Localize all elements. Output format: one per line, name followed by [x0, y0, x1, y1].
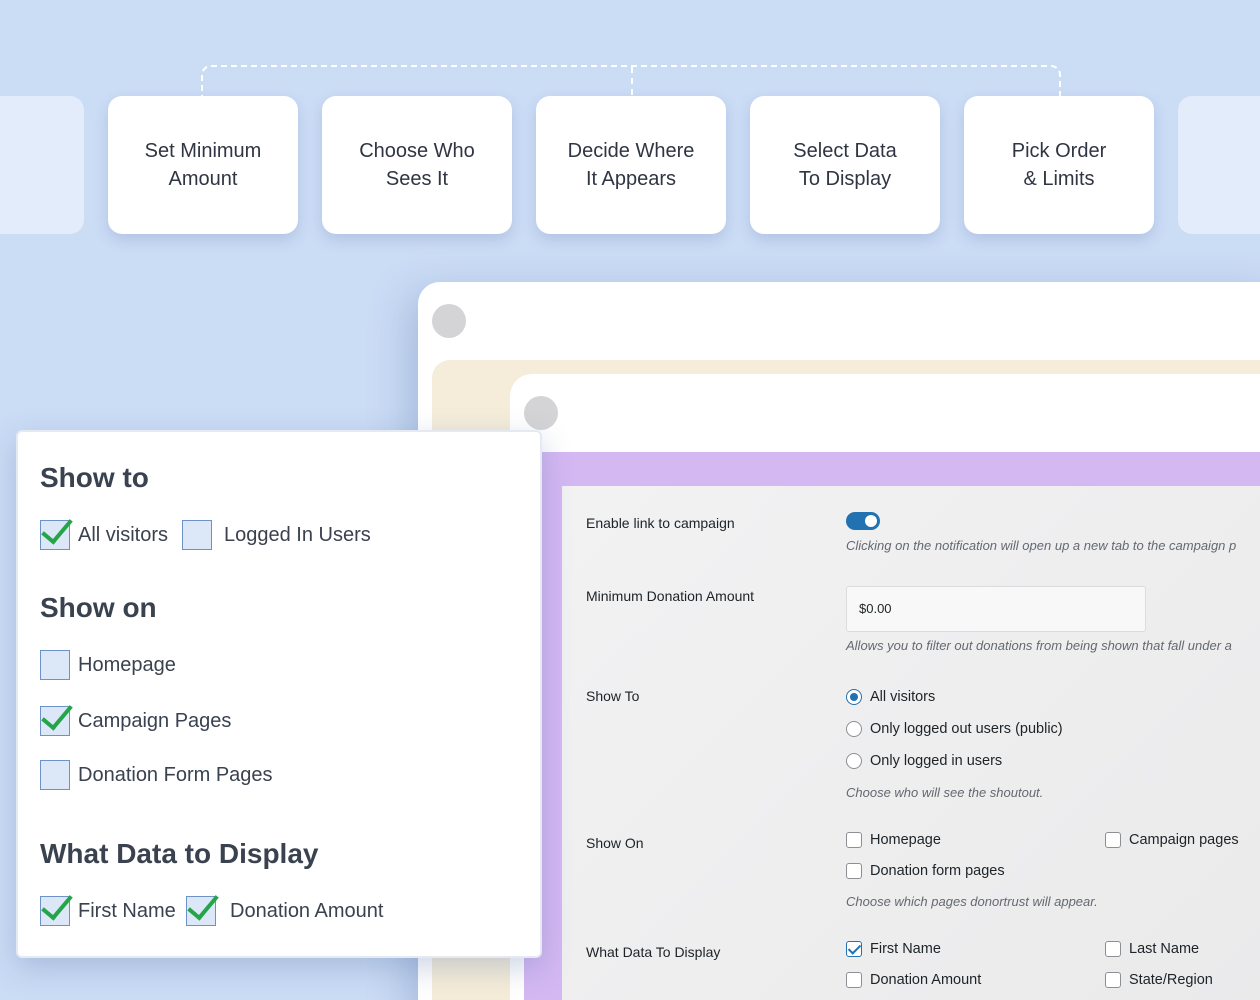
data-option-donation-amount[interactable]: Donation Amount	[846, 972, 981, 988]
step-card-set-minimum[interactable]: Set Minimum Amount	[108, 96, 298, 234]
settings-panel: Enable link to campaign Clicking on the …	[562, 486, 1260, 1000]
step-card-choose-who[interactable]: Choose Who Sees It	[322, 96, 512, 234]
checkbox-checked[interactable]	[846, 941, 862, 957]
show-on-label: Show On	[586, 835, 644, 851]
checkmark-icon[interactable]	[40, 520, 70, 550]
data-option-first-name[interactable]: First Name	[846, 941, 941, 957]
radio-selected[interactable]	[846, 689, 862, 705]
checkbox[interactable]	[846, 832, 862, 848]
step-card-ghost-right	[1178, 96, 1260, 234]
show-on-help: Choose which pages donortrust will appea…	[846, 894, 1098, 909]
show-on-option-campaign-pages[interactable]: Campaign pages	[1105, 832, 1239, 848]
steps-connector-center	[631, 67, 633, 95]
panel-item-donation-form-pages[interactable]: Donation Form Pages	[40, 760, 273, 790]
checkmark-icon[interactable]	[186, 896, 216, 926]
checkbox[interactable]	[846, 972, 862, 988]
show-on-option-donation-form-pages[interactable]: Donation form pages	[846, 863, 1005, 879]
show-to-heading: Show to	[40, 462, 149, 493]
step-card-select-data[interactable]: Select Data To Display	[750, 96, 940, 234]
show-to-option-logged-in[interactable]: Only logged in users	[846, 753, 1002, 769]
step-card-pick-order[interactable]: Pick Order & Limits	[964, 96, 1154, 234]
show-to-help: Choose who will see the shoutout.	[846, 785, 1044, 800]
checkmark-icon[interactable]	[40, 706, 70, 736]
step-card-ghost-left	[0, 96, 84, 234]
window-dot	[524, 396, 558, 430]
data-option-last-name[interactable]: Last Name	[1105, 941, 1199, 957]
radio[interactable]	[846, 753, 862, 769]
checkbox[interactable]	[846, 863, 862, 879]
checkmark-icon[interactable]	[40, 896, 70, 926]
panel-item-campaign-pages[interactable]: Campaign Pages	[40, 706, 231, 736]
step-card-decide-where[interactable]: Decide Where It Appears	[536, 96, 726, 234]
window-dot	[432, 304, 466, 338]
checkbox[interactable]	[1105, 972, 1121, 988]
summary-panel: Show to All visitors Logged In Users Sho…	[16, 430, 542, 958]
panel-item-all-visitors[interactable]: All visitors	[40, 520, 168, 550]
data-option-state-region[interactable]: State/Region	[1105, 972, 1213, 988]
show-to-option-logged-out[interactable]: Only logged out users (public)	[846, 721, 1063, 737]
checkbox-empty[interactable]	[40, 650, 70, 680]
checkbox-empty[interactable]	[40, 760, 70, 790]
show-on-option-homepage[interactable]: Homepage	[846, 832, 941, 848]
enable-link-toggle[interactable]	[846, 512, 880, 530]
checkbox[interactable]	[1105, 941, 1121, 957]
checkbox-empty[interactable]	[182, 520, 212, 550]
data-display-heading: What Data to Display	[40, 838, 319, 869]
show-to-option-all-visitors[interactable]: All visitors	[846, 689, 935, 705]
panel-item-first-name[interactable]: First Name	[40, 896, 176, 926]
radio[interactable]	[846, 721, 862, 737]
enable-link-help: Clicking on the notification will open u…	[846, 538, 1237, 553]
panel-item-donation-amount[interactable]: Donation Amount	[186, 896, 383, 926]
show-on-heading: Show on	[40, 592, 157, 623]
min-donation-label: Minimum Donation Amount	[586, 588, 755, 604]
min-donation-input[interactable]: $0.00	[846, 586, 1146, 632]
show-to-label: Show To	[586, 688, 640, 704]
panel-item-homepage[interactable]: Homepage	[40, 650, 176, 680]
checkbox[interactable]	[1105, 832, 1121, 848]
data-display-label: What Data To Display	[586, 944, 721, 960]
enable-link-label: Enable link to campaign	[586, 515, 735, 531]
min-donation-help: Allows you to filter out donations from …	[846, 638, 1232, 653]
panel-item-logged-in-users[interactable]: Logged In Users	[182, 520, 371, 550]
